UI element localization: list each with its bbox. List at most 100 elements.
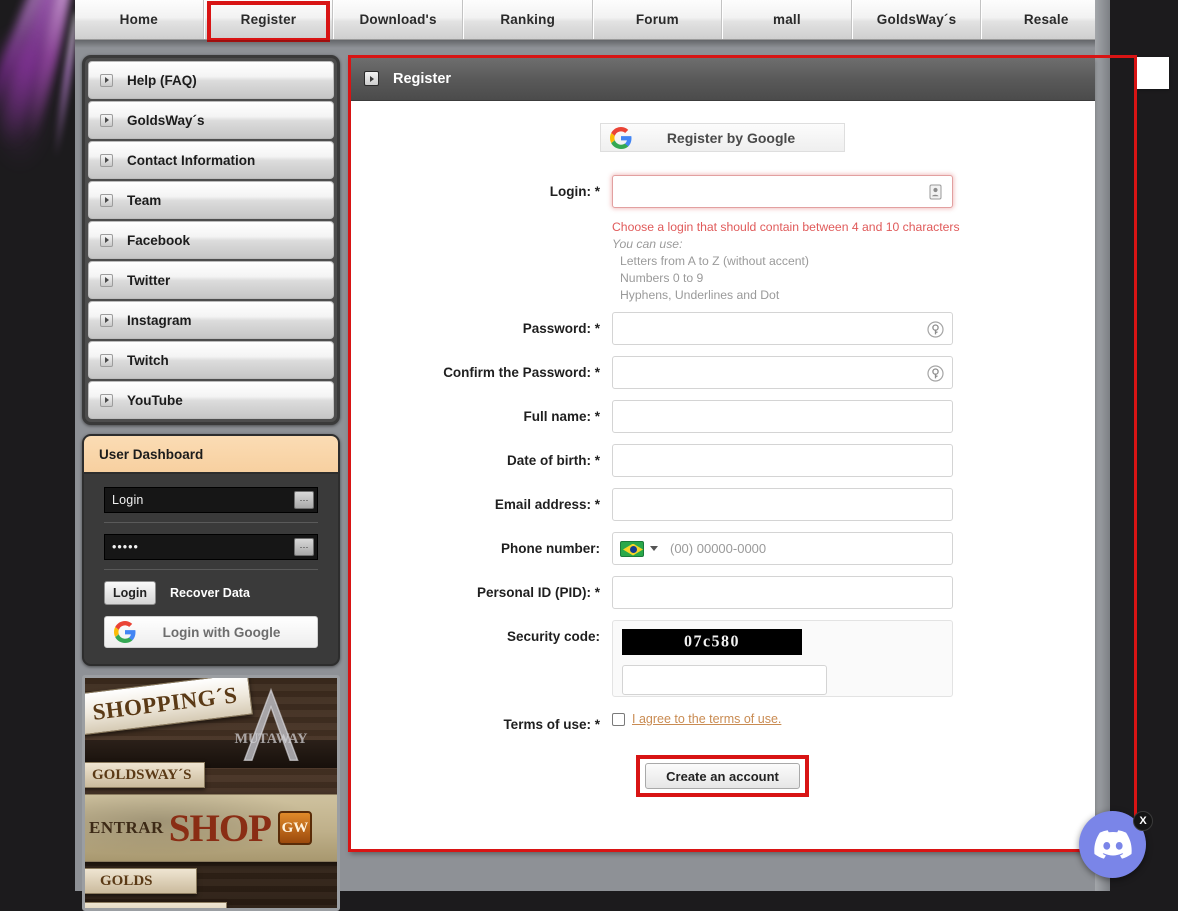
shopping-banner[interactable]: MUTAWAY SHOPPING´S GOLDSWAY´S ENTRAR SHO… [82,675,340,911]
sidebar-item-twitch[interactable]: Twitch [88,341,334,379]
login-input[interactable] [612,175,953,208]
sidebar-item-label: Twitch [127,353,169,368]
password-input[interactable] [612,312,953,345]
nav-item-ranking[interactable]: Ranking [463,0,593,39]
sidebar-item-goldsways[interactable]: GoldsWay´s [88,101,334,139]
confirm-password-label-text: Confirm the Password: [443,365,591,380]
date-of-birth-label: Date of birth: * [350,444,612,477]
dashboard-actions: Login Recover Data [104,581,318,605]
security-code-label-text: Security code: [507,629,600,644]
brazil-flag-icon[interactable] [620,541,644,557]
nav-item-register[interactable]: Register [204,0,334,39]
banner-gw-badge: GW [278,811,312,845]
virtual-keyboard-icon[interactable]: ⋯ [294,538,314,556]
full-name-input[interactable] [612,400,953,433]
user-dashboard-panel: User Dashboard Login ⋯ ••••• ⋯ Login Rec… [82,434,340,666]
nav-item-downloads[interactable]: Download's [333,0,463,39]
sidebar-item-label: Help (FAQ) [127,73,197,88]
create-account-button[interactable]: Create an account [645,763,800,789]
nav-item-goldsways[interactable]: GoldsWay´s [852,0,982,39]
register-panel-header: Register [350,57,1095,101]
email-input[interactable] [612,488,953,521]
register-by-google-button[interactable]: Register by Google [600,123,845,152]
register-panel: Register Register by Google Login: * [350,57,1095,852]
submit-highlight: Create an account [645,763,800,789]
nav-item-resale[interactable]: Resale [981,0,1110,39]
login-help-rule: Numbers 0 to 9 [612,270,1032,287]
nav-label: Home [120,12,158,27]
virtual-keyboard-icon[interactable]: ⋯ [294,491,314,509]
chevron-right-icon [100,274,113,287]
sidebar-item-contact-information[interactable]: Contact Information [88,141,334,179]
nav-label: Resale [1024,12,1069,27]
banner-shop-label: SHOP [169,806,271,851]
date-of-birth-input[interactable] [612,444,953,477]
terms-label-text: Terms of use: [503,717,591,732]
submit-area: Create an account [350,763,1095,789]
nav-item-mall[interactable]: mall [722,0,852,39]
phone-placeholder: (00) 00000-0000 [670,541,766,556]
chevron-right-icon [100,74,113,87]
chevron-right-icon [100,314,113,327]
sidebar-item-label: Twitter [127,273,170,288]
nav-item-forum[interactable]: Forum [593,0,723,39]
phone-label-text: Phone number: [501,541,600,556]
password-label: Password: * [350,312,612,345]
required-marker: * [595,321,600,336]
confirm-password-input[interactable] [612,356,953,389]
field-row-phone: Phone number: (00) 00000-0000 [350,532,1095,565]
chevron-right-icon [100,394,113,407]
nav-label: Register [241,12,297,27]
sidebar-item-instagram[interactable]: Instagram [88,301,334,339]
dashboard-login-input[interactable]: Login ⋯ [104,487,318,513]
field-row-date-of-birth: Date of birth: * [350,444,1095,477]
recover-data-link[interactable]: Recover Data [170,586,250,600]
nav-label: Ranking [500,12,555,27]
sidebar-item-team[interactable]: Team [88,181,334,219]
sidebar-item-youtube[interactable]: YouTube [88,381,334,419]
banner-entrar-label: ENTRAR [89,818,164,838]
register-form: Register by Google Login: * [350,101,1095,789]
login-button[interactable]: Login [104,581,156,605]
full-name-label: Full name: * [350,400,612,433]
user-dashboard-title: User Dashboard [84,436,338,474]
chevron-down-icon[interactable] [650,546,658,551]
banner-extra-ribbon [82,902,227,911]
discord-icon [1094,830,1132,859]
chevron-right-icon [100,194,113,207]
chevron-right-icon [364,71,379,86]
sidebar-item-help-faq[interactable]: Help (FAQ) [88,61,334,99]
id-card-icon[interactable] [925,182,945,202]
page-column: Home Register Download's Ranking Forum m… [75,0,1110,891]
sidebar-item-twitter[interactable]: Twitter [88,261,334,299]
login-help-you-can-use: You can use: [612,236,1032,253]
discord-close-button[interactable]: X [1133,811,1153,831]
field-row-full-name: Full name: * [350,400,1095,433]
phone-label: Phone number: [350,532,612,565]
right-gutter [1095,0,1110,891]
nav-label: Forum [636,12,679,27]
field-row-security-code: Security code: 07c580 [350,620,1095,697]
terms-checkbox[interactable] [612,713,625,726]
dashboard-login-value: Login [105,493,144,507]
login-label: Login: * [350,175,612,208]
phone-input[interactable]: (00) 00000-0000 [612,532,953,565]
pid-input[interactable] [612,576,953,609]
page-title: Register [393,71,451,87]
login-help-rule: Letters from A to Z (without accent) [612,253,1032,270]
banner-shop-bar[interactable]: ENTRAR SHOP GW [82,794,340,862]
nav-item-home[interactable]: Home [75,0,204,39]
sidebar-item-label: Team [127,193,161,208]
captcha-input[interactable] [622,665,827,695]
email-label-text: Email address: [495,497,591,512]
field-row-terms: Terms of use: * I agree to the terms of … [350,708,1095,741]
nav-label: Download's [359,12,436,27]
login-with-google-button[interactable]: Login with Google [104,616,318,648]
key-icon[interactable] [925,319,945,339]
banner-goldsways-label: GOLDSWAY´S [82,762,205,788]
sidebar-item-facebook[interactable]: Facebook [88,221,334,259]
dashboard-password-input[interactable]: ••••• ⋯ [104,534,318,560]
terms-of-use-link[interactable]: I agree to the terms of use. [632,712,781,726]
key-icon[interactable] [925,363,945,383]
required-marker: * [595,497,600,512]
